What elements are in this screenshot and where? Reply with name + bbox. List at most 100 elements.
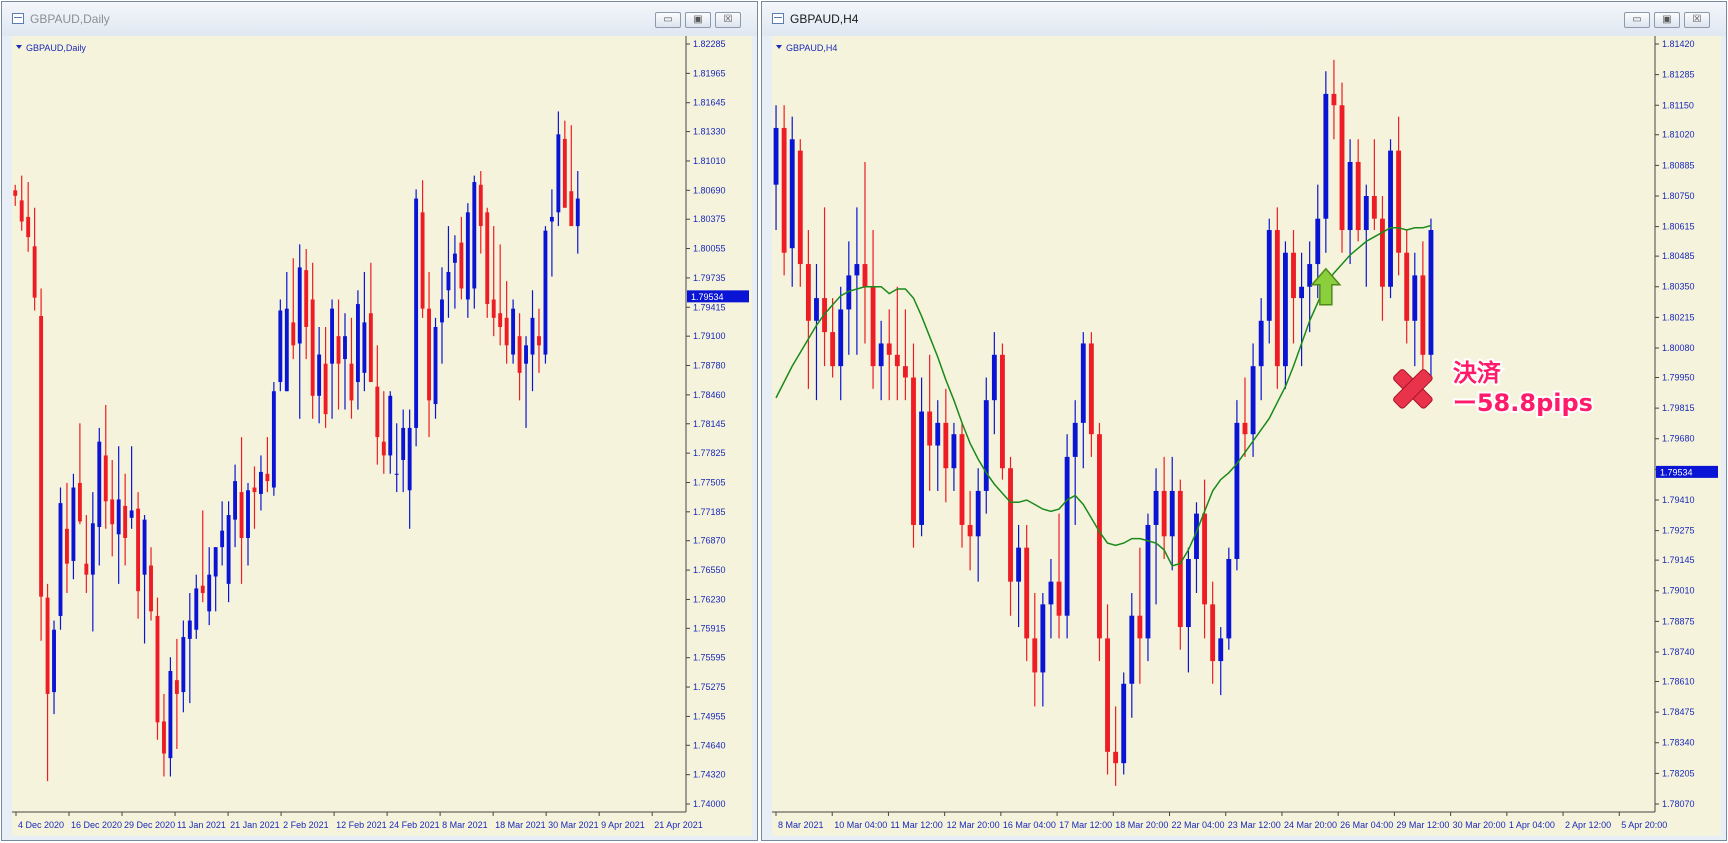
bearish-candle xyxy=(1097,422,1102,662)
price-level-label: 1.81420 xyxy=(1662,39,1695,49)
candle-body xyxy=(1428,230,1434,355)
candle-body xyxy=(110,499,115,525)
time-label: 22 Mar 04:00 xyxy=(1172,820,1225,830)
candle-body xyxy=(136,508,141,592)
candle-body xyxy=(1072,422,1078,457)
candle-body xyxy=(330,308,335,364)
candle-body xyxy=(168,670,173,759)
daily-candlestick-chart[interactable]: GBPAUD,Daily 1.82285 1.81965 1.81645 1.81330… xyxy=(12,36,752,836)
time-label: 8 Mar 2021 xyxy=(442,820,488,830)
minimize-button[interactable]: ▭ xyxy=(1624,12,1650,28)
h4-chart-window[interactable]: GBPAUD,H4 ▭ ▣ ☒ GBPAUD,H4 1.81420 1.81285 1… xyxy=(761,1,1727,841)
candle-body xyxy=(304,270,309,327)
daily-title-bar[interactable]: GBPAUD,Daily ▭ ▣ ☒ xyxy=(2,2,757,36)
candle-body xyxy=(26,216,31,238)
time-label: 18 Mar 2021 xyxy=(495,820,546,830)
candle-body xyxy=(1250,366,1256,435)
candle-body xyxy=(1210,604,1216,662)
minimize-button[interactable]: ▭ xyxy=(655,12,681,28)
candle-body xyxy=(485,212,490,305)
close-button[interactable]: ☒ xyxy=(715,12,741,28)
price-level-label: 1.79145 xyxy=(1662,555,1695,565)
candle-body xyxy=(1258,320,1264,367)
candle-body xyxy=(65,528,69,564)
time-label: 9 Apr 2021 xyxy=(601,820,645,830)
candle-body xyxy=(71,487,76,561)
price-level-label: 1.78340 xyxy=(1662,738,1695,748)
candle-body xyxy=(181,637,186,693)
price-level-label: 1.74000 xyxy=(693,799,726,809)
candle-body xyxy=(1371,196,1377,219)
candle-body xyxy=(233,481,238,520)
price-level-label: 1.80080 xyxy=(1662,343,1695,353)
candle-body xyxy=(789,139,795,249)
price-level-label: 1.77825 xyxy=(693,448,726,458)
candle-body xyxy=(878,343,884,367)
price-level-label: 1.80375 xyxy=(693,214,726,224)
candle-body xyxy=(1339,105,1345,231)
candle-body xyxy=(1040,604,1046,673)
h4-chart-area[interactable]: GBPAUD,H4 1.81420 1.81285 1.81150 1.81020 1.8… xyxy=(772,36,1721,836)
price-level-label: 1.77505 xyxy=(693,477,726,487)
candle-body xyxy=(401,427,406,461)
candle-body xyxy=(894,354,900,367)
candle-body xyxy=(478,184,483,227)
h4-candlestick-chart[interactable]: GBPAUD,H4 1.81420 1.81285 1.81150 1.81020 1.8… xyxy=(772,36,1721,836)
candle-body xyxy=(291,322,296,346)
candle-body xyxy=(1388,150,1393,287)
candle-body xyxy=(1185,558,1191,628)
candle-body xyxy=(1080,343,1086,423)
candle-body xyxy=(84,563,89,575)
candle-body xyxy=(1000,354,1005,469)
price-level-label: 1.76550 xyxy=(693,565,726,575)
candle-body xyxy=(343,336,347,360)
time-label: 11 Mar 12:00 xyxy=(890,820,942,830)
price-level-label: 1.79950 xyxy=(1662,372,1695,382)
price-level-label: 1.79815 xyxy=(1662,403,1695,413)
candle-body xyxy=(1315,218,1321,265)
candle-body xyxy=(414,198,419,428)
candle-body xyxy=(797,150,803,265)
candle-body xyxy=(1056,581,1062,616)
candle-body xyxy=(284,308,289,392)
time-label: 2 Feb 2021 xyxy=(283,820,329,830)
candle-body xyxy=(1008,468,1013,582)
candle-body xyxy=(1363,196,1369,231)
price-level-label: 1.79680 xyxy=(1662,434,1695,444)
candle-body xyxy=(90,523,95,575)
bullish-candle xyxy=(1226,547,1232,650)
candle-body xyxy=(1016,547,1022,582)
candle-body xyxy=(39,315,44,597)
candle-body xyxy=(1064,456,1070,616)
bullish-candle xyxy=(271,382,276,496)
candle-body xyxy=(446,271,451,291)
candle-body xyxy=(187,620,192,639)
maximize-button[interactable]: ▣ xyxy=(1654,12,1680,28)
candle-body xyxy=(1420,275,1426,355)
bullish-candle xyxy=(511,299,516,364)
daily-chart-window[interactable]: GBPAUD,Daily ▭ ▣ ☒ GBPAUD,Daily 1.82285 1.… xyxy=(1,1,758,841)
price-level-label: 1.75915 xyxy=(693,623,726,633)
daily-chart-area[interactable]: GBPAUD,Daily 1.82285 1.81965 1.81645 1.81330… xyxy=(12,36,752,836)
candle-body xyxy=(902,366,908,378)
h4-title-bar[interactable]: GBPAUD,H4 ▭ ▣ ☒ xyxy=(762,2,1726,36)
candle-body xyxy=(1274,230,1280,367)
close-button[interactable]: ☒ xyxy=(1684,12,1710,28)
bearish-candle xyxy=(1339,82,1345,253)
candle-body xyxy=(511,308,516,355)
bullish-candle xyxy=(58,487,63,630)
candle-body xyxy=(271,391,276,488)
time-label: 5 Apr 20:00 xyxy=(1621,820,1667,830)
price-level-label: 1.77185 xyxy=(693,507,726,517)
candle-body xyxy=(991,354,997,401)
time-label: 29 Mar 12:00 xyxy=(1396,820,1449,830)
bearish-candle xyxy=(155,597,160,740)
maximize-button[interactable]: ▣ xyxy=(685,12,711,28)
candle-body xyxy=(258,471,263,494)
candle-body xyxy=(549,216,554,222)
candle-body xyxy=(1088,343,1094,435)
price-level-label: 1.80690 xyxy=(693,185,726,195)
candle-body xyxy=(556,134,561,213)
price-level-label: 1.78070 xyxy=(1662,799,1695,809)
candle-body xyxy=(1380,218,1385,287)
